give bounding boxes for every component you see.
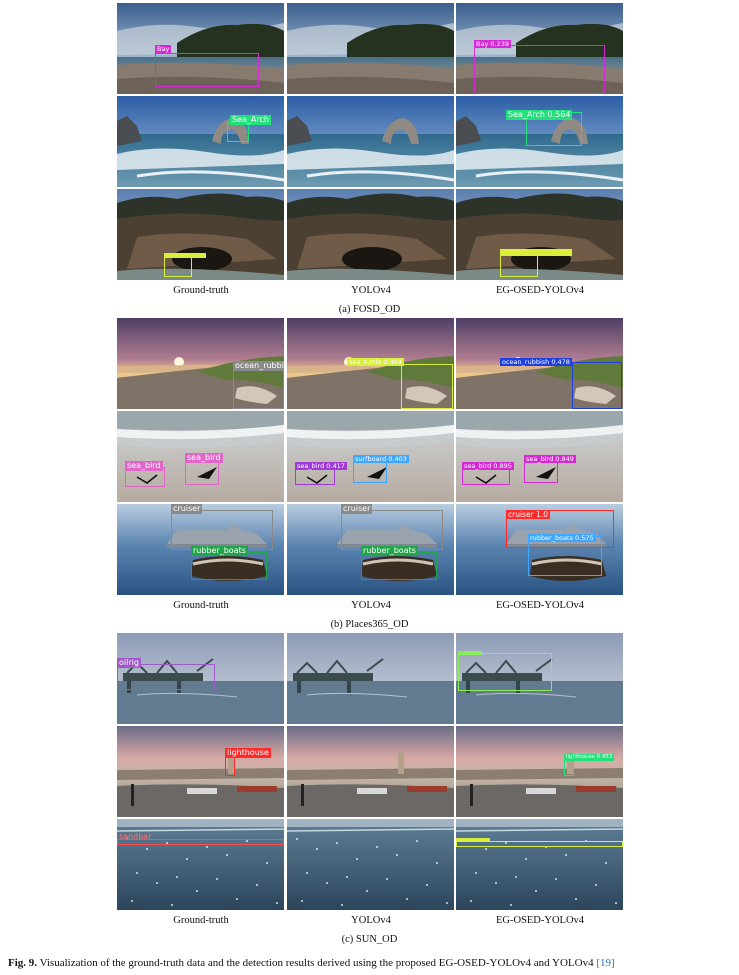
image-c1-yolov4 [287,633,454,724]
bbox-label: Sea_Arch 0.564 [506,110,573,120]
image-b1-ground-truth: ocean_rubbi [117,318,284,409]
bbox-bay [155,53,259,87]
image-a1-eg-osed: Bay 0.239 [456,3,623,94]
bbox-label: rubber_boats [361,546,418,556]
bbox-surfboard [353,461,387,483]
column-label-yolov4: YOLOv4 [351,285,391,296]
bbox-rubber-boats [361,552,437,580]
bbox-label [458,651,482,655]
bbox-label [500,249,572,256]
bbox-label: Bay [155,45,172,53]
image-a1-ground-truth: Bay [117,3,284,94]
figure-label: Fig. 9. [8,957,38,969]
bbox-label: sandbar [119,832,152,841]
bbox-cruiser [341,510,443,550]
bbox-label: Sea_Arch [230,115,271,125]
image-a2-eg-osed: Sea_Arch 0.564 [456,96,623,187]
bbox-sea-turtle [401,364,453,409]
bbox-cruiser [171,510,273,550]
bbox-label: lighthouse [225,748,271,758]
image-b1-eg-osed: ocean_rubbish 0.478 [456,318,623,409]
image-b3-ground-truth: cruiser rubber_boats [117,504,284,595]
bbox-label: Bay 0.239 [474,40,511,48]
image-a3-eg-osed [456,189,623,280]
image-b2-eg-osed: sea_bird 0.895 sea_bird 0.849 [456,411,623,502]
bbox-label: sea_bird 0.417 [295,462,347,470]
image-c2-eg-osed: lighthouse 0.453 [456,726,623,817]
image-a3-yolov4 [287,189,454,280]
bbox-rubber-boats [191,552,267,580]
image-c2-ground-truth: lighthouse [117,726,284,817]
bbox-label [456,838,490,842]
figure-caption-text: Visualization of the ground-truth data a… [37,957,597,969]
bbox-label: lighthouse 0.453 [564,754,615,761]
bbox-label: cruiser [171,504,203,514]
image-a2-ground-truth: Sea_Arch [117,96,284,187]
bbox-ocean-rubbish [572,362,622,409]
column-label-eg-osed: EG-OSED-YOLOv4 [495,285,585,296]
image-c3-yolov4 [287,819,454,910]
image-b3-eg-osed: cruiser 1.0 rubber_boats 0.575 [456,504,623,595]
image-a3-ground-truth [117,189,284,280]
subfigure-caption-b: (b) Places365_OD [330,619,409,630]
image-b2-yolov4: sea_bird 0.417 surfboard 0.403 [287,411,454,502]
image-a2-yolov4 [287,96,454,187]
image-c3-ground-truth: sandbar [117,819,284,910]
citation-link[interactable]: [19] [596,957,614,969]
image-c3-eg-osed [456,819,623,910]
subfigure-caption-c: (c) SUN_OD [341,934,398,945]
bbox-label: sea_turtle 0.404 [347,358,404,366]
bbox-label: rubber_boats 0.575 [528,534,596,542]
bbox-label: sea_bird 0.895 [462,462,514,470]
image-b3-yolov4: cruiser rubber_boats [287,504,454,595]
bbox-label [164,253,206,258]
column-label-eg-osed: EG-OSED-YOLOv4 [495,600,585,611]
bbox-label: ocean_rubbi [233,361,284,371]
bbox-oilrig [458,653,552,691]
bbox-label: oilrig [117,658,141,668]
bbox-sea-arch [227,122,249,142]
image-a1-yolov4 [287,3,454,94]
bbox-label: cruiser 1.0 [506,510,550,519]
image-c1-ground-truth: oilrig [117,633,284,724]
subfigure-caption-a: (a) FOSD_OD [338,304,401,315]
bbox-label: sea_bird [185,453,223,463]
bbox-label: sea_bird [125,461,163,471]
image-b2-ground-truth: sea_bird sea_bird [117,411,284,502]
column-label-yolov4: YOLOv4 [351,600,391,611]
image-c2-yolov4 [287,726,454,817]
figure-caption: Fig. 9. Visualization of the ground-trut… [8,957,615,969]
column-label-eg-osed: EG-OSED-YOLOv4 [495,915,585,926]
image-b1-yolov4: sea_turtle 0.404 [287,318,454,409]
bbox-label: rubber_boats [191,546,248,556]
image-c1-eg-osed [456,633,623,724]
bbox-cave [164,255,192,277]
column-label-ground-truth: Ground-truth [173,600,229,611]
column-label-ground-truth: Ground-truth [173,285,229,296]
bbox-rubber-boats [528,536,602,576]
bbox-label: surfboard 0.403 [353,455,409,463]
bbox-label: cruiser [341,504,373,514]
bbox-bay [474,45,605,94]
column-label-yolov4: YOLOv4 [351,915,391,926]
bbox-label: sea_bird 0.849 [524,455,576,463]
column-label-ground-truth: Ground-truth [173,915,229,926]
bbox-label: ocean_rubbish 0.478 [500,358,572,366]
